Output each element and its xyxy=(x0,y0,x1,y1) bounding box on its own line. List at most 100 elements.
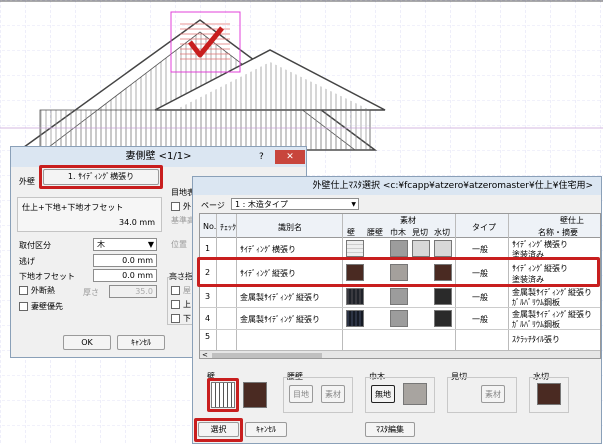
tsuma-label: 妻壁優先 xyxy=(31,302,63,311)
haba-color-swatch[interactable] xyxy=(403,383,427,405)
koshi-mechi-button[interactable]: 目地 xyxy=(289,385,313,403)
opt2-label: 上 xyxy=(183,300,191,309)
ichi-label: 位置 xyxy=(171,240,187,249)
header-no: No. xyxy=(203,222,217,231)
table-row[interactable]: 4 金属製ｻｲﾃﾞｨﾝｸﾞ縦張り 一般 金属製ｻｲﾃﾞｨﾝｸﾞ縦張り ｶﾞﾙﾊﾞ… xyxy=(200,308,600,330)
chiken-checkbox[interactable] xyxy=(171,202,180,211)
page-select[interactable]: 1 : 木造タイプ ▼ xyxy=(231,198,359,210)
header-wall: 壁 xyxy=(347,228,355,237)
kubun-label: 取付区分 xyxy=(19,241,51,250)
mizukiri-swatch xyxy=(434,240,452,257)
opt1-row: 屋 xyxy=(171,285,191,296)
page-value: 1 : 木造タイプ xyxy=(235,200,288,209)
wall-swatch xyxy=(346,288,364,305)
table-row[interactable]: 5 ｽｸﾗｯﾁﾀｲﾙ張り xyxy=(200,330,600,350)
gaidan-label: 外断熱 xyxy=(31,286,55,295)
row-type: 一般 xyxy=(472,293,488,302)
header-check: ﾁｪｯｸ xyxy=(220,223,236,232)
master-edit-button[interactable]: ﾏｽﾀ編集 xyxy=(365,422,415,437)
scroll-left-icon[interactable]: < xyxy=(202,351,208,358)
kubun-select[interactable]: 木 ▼ xyxy=(93,238,157,251)
master-title: 外壁仕上ﾏｽﾀ選択 <c:¥fcapp¥atzero¥atzeromaster¥… xyxy=(312,181,593,191)
horizontal-scrollbar[interactable]: < xyxy=(200,350,600,358)
opt2-row: 上 xyxy=(171,299,191,310)
atsusa-input[interactable]: 35.0 xyxy=(109,285,157,298)
ok-button[interactable]: OK xyxy=(63,335,111,350)
gaidan-checkbox[interactable] xyxy=(19,286,28,295)
header-sozai: 素材 xyxy=(400,216,416,225)
mizukiri-color-swatch[interactable] xyxy=(537,383,561,405)
chevron-down-icon: ▼ xyxy=(147,240,154,249)
wall-vertical-preview[interactable] xyxy=(211,382,235,408)
chevron-down-icon: ▼ xyxy=(351,201,356,208)
wall-color-swatch[interactable] xyxy=(243,382,267,408)
shitaji-input[interactable]: 0.0 mm xyxy=(93,269,157,282)
opt3-checkbox[interactable] xyxy=(171,314,180,323)
gaidan-row: 外断熱 xyxy=(19,285,55,296)
tsuma-checkbox[interactable] xyxy=(19,302,28,311)
header-finish: 壁仕上 xyxy=(560,216,584,225)
mikiri-swatch xyxy=(412,240,430,257)
table-row[interactable]: 3 金属製ｻｲﾃﾞｨﾝｸﾞ縦張り 一般 金属製ｻｲﾃﾞｨﾝｸﾞ縦張り ｶﾞﾙﾊﾞ… xyxy=(200,286,600,308)
wall-swatch xyxy=(346,240,364,257)
master-titlebar: 外壁仕上ﾏｽﾀ選択 <c:¥fcapp¥atzero¥atzeromaster¥… xyxy=(193,177,601,195)
row-no: 3 xyxy=(205,292,211,301)
page-label: ページ xyxy=(201,201,225,210)
row-desc1: ｽｸﾗｯﾁﾀｲﾙ張り xyxy=(512,335,560,344)
atsusa-label: 厚さ xyxy=(83,288,99,297)
row-desc2: ｶﾞﾙﾊﾞﾘｳﾑ鋼板 xyxy=(512,320,560,329)
row-name: 金属製ｻｲﾃﾞｨﾝｸﾞ縦張り xyxy=(240,315,320,324)
header-koshi: 腰壁 xyxy=(367,228,383,237)
wall-finish-master-dialog: 外壁仕上ﾏｽﾀ選択 <c:¥fcapp¥atzero¥atzeromaster¥… xyxy=(192,176,602,444)
haba-swatch xyxy=(390,288,408,305)
header-finish-sub: 名称・摘要 xyxy=(538,228,578,237)
offset-box: 仕上+下地+下地オフセット 34.0 mm xyxy=(17,197,162,232)
kubun-value: 木 xyxy=(97,240,105,249)
opt2-checkbox[interactable] xyxy=(171,300,180,309)
header-haba: 巾木 xyxy=(390,228,406,237)
header-mizukiri: 水切 xyxy=(434,228,450,237)
shitaji-label: 下地オフセット xyxy=(19,272,75,281)
help-button[interactable]: ? xyxy=(259,147,264,167)
mizukiri-swatch xyxy=(434,310,452,327)
wall-swatch xyxy=(346,310,364,327)
chiken-chk-label: 外 xyxy=(183,202,191,211)
haba-muji-button[interactable]: 無地 xyxy=(371,385,395,403)
header-mikiri: 見切 xyxy=(412,228,428,237)
row-name: ｻｲﾃﾞｨﾝｸﾞ横張り xyxy=(240,245,296,254)
offset-caption: 仕上+下地+下地オフセット xyxy=(22,203,124,212)
koshi-sozai-button[interactable]: 素材 xyxy=(321,385,345,403)
gable-wall-titlebar: 妻側壁 <1/1> ? ✕ xyxy=(11,147,306,167)
opt1-label: 屋 xyxy=(183,286,191,295)
haba-swatch xyxy=(390,240,408,257)
row-no: 5 xyxy=(205,332,211,341)
nige-label: 逃げ xyxy=(19,257,35,266)
row-no: 4 xyxy=(205,314,211,323)
row-type: 一般 xyxy=(472,315,488,324)
select-button[interactable]: 選択 xyxy=(198,422,239,437)
row-name: 金属製ｻｲﾃﾞｨﾝｸﾞ縦張り xyxy=(240,293,320,302)
header-name: 識別名 xyxy=(278,223,302,232)
wall-label: 外壁 xyxy=(19,177,35,186)
row-desc2: ｶﾞﾙﾊﾞﾘｳﾑ鋼板 xyxy=(512,298,560,307)
opt1-checkbox[interactable] xyxy=(171,286,180,295)
mikiri-sozai-button[interactable]: 素材 xyxy=(481,385,505,403)
close-icon[interactable]: ✕ xyxy=(275,150,305,164)
opt3-label: 下 xyxy=(183,314,191,323)
gable-wall-title: 妻側壁 <1/1> xyxy=(125,151,192,162)
scroll-thumb[interactable] xyxy=(212,353,322,358)
cancel-button[interactable]: ｷｬﾝｾﾙ xyxy=(117,335,165,350)
row-type: 一般 xyxy=(472,245,488,254)
mizukiri-swatch xyxy=(434,288,452,305)
offset-value: 34.0 mm xyxy=(119,218,155,227)
nige-input[interactable]: 0.0 mm xyxy=(93,254,157,267)
header-type: タイプ xyxy=(472,223,496,232)
haba-swatch xyxy=(390,310,408,327)
row-no: 1 xyxy=(205,244,211,253)
master-cancel-button[interactable]: ｷｬﾝｾﾙ xyxy=(245,422,287,437)
tsuma-row: 妻壁優先 xyxy=(19,301,63,312)
opt3-row: 下 xyxy=(171,313,191,324)
wall-select-button[interactable]: 1. ｻｲﾃﾞｨﾝｸﾞ横張り xyxy=(43,169,159,185)
selected-row-highlight xyxy=(197,257,600,287)
chiken-row: 外 xyxy=(171,201,191,212)
